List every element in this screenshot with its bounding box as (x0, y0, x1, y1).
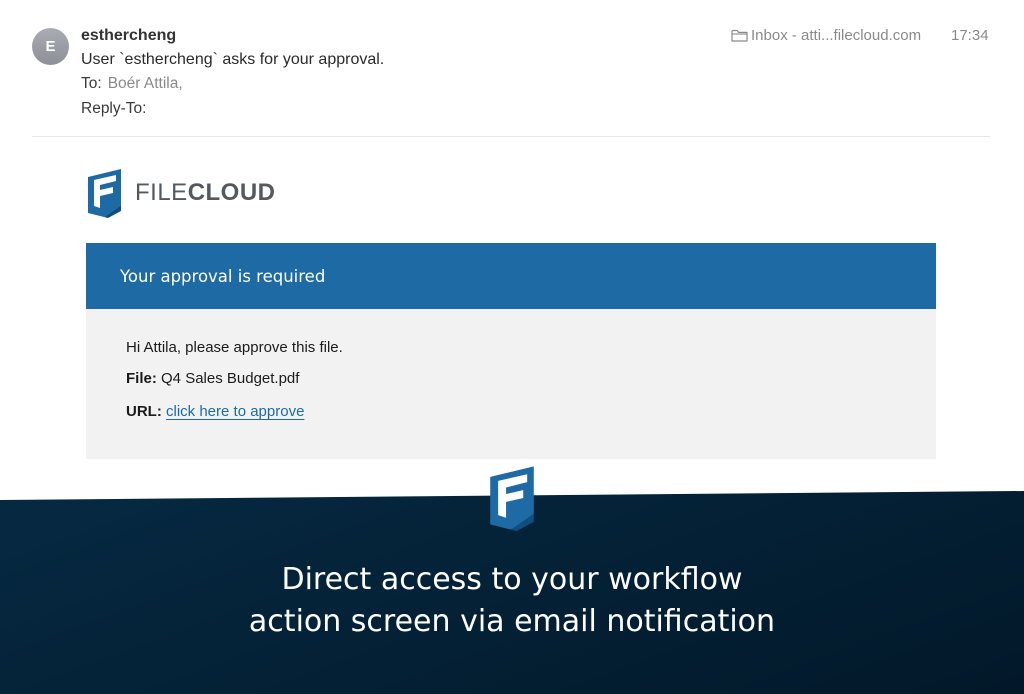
to-recipient[interactable]: Boér Attila, (108, 75, 183, 92)
to-label: To: (81, 75, 102, 92)
email-subject: User `esthercheng` asks for your approva… (81, 51, 385, 68)
mailbox-location[interactable]: Inbox - atti...filecloud.com (731, 27, 921, 44)
approval-card: Hi Attila, please approve this file. Fil… (86, 309, 936, 459)
to-row: To: Boér Attila, (81, 75, 183, 93)
mailbox-label: Inbox - atti...filecloud.com (751, 27, 922, 44)
tagline-line-2: action screen via email notification (248, 604, 776, 639)
reply-to-label: Reply-To: (81, 100, 147, 117)
header-divider (32, 136, 990, 137)
filecloud-logo-icon (88, 169, 121, 218)
url-label: URL: (126, 403, 162, 420)
avatar[interactable]: E (32, 28, 69, 65)
logo-wordmark: FILECLOUD (135, 179, 276, 207)
filecloud-logo-icon (490, 466, 534, 531)
filecloud-logo: FILECLOUD (86, 168, 276, 218)
approve-link[interactable]: click here to approve (166, 403, 304, 420)
received-time: 17:34 (951, 27, 989, 44)
logo-word-cloud: CLOUD (187, 179, 276, 206)
url-row: URL: click here to approve (126, 403, 304, 420)
file-name: Q4 Sales Budget.pdf (161, 370, 300, 387)
file-label: File: (126, 370, 157, 387)
banner-title: Your approval is required (120, 266, 326, 286)
approval-banner: Your approval is required (86, 243, 936, 309)
sender-name[interactable]: esthercheng (81, 27, 176, 45)
greeting-text: Hi Attila, please approve this file. (126, 339, 343, 356)
tagline-line-1: Direct access to your workflow (281, 562, 743, 597)
email-header: E esthercheng User `esthercheng` asks fo… (0, 0, 1024, 138)
file-row: File: Q4 Sales Budget.pdf (126, 370, 299, 387)
logo-word-file: FILE (135, 179, 188, 206)
folder-icon (731, 29, 748, 42)
